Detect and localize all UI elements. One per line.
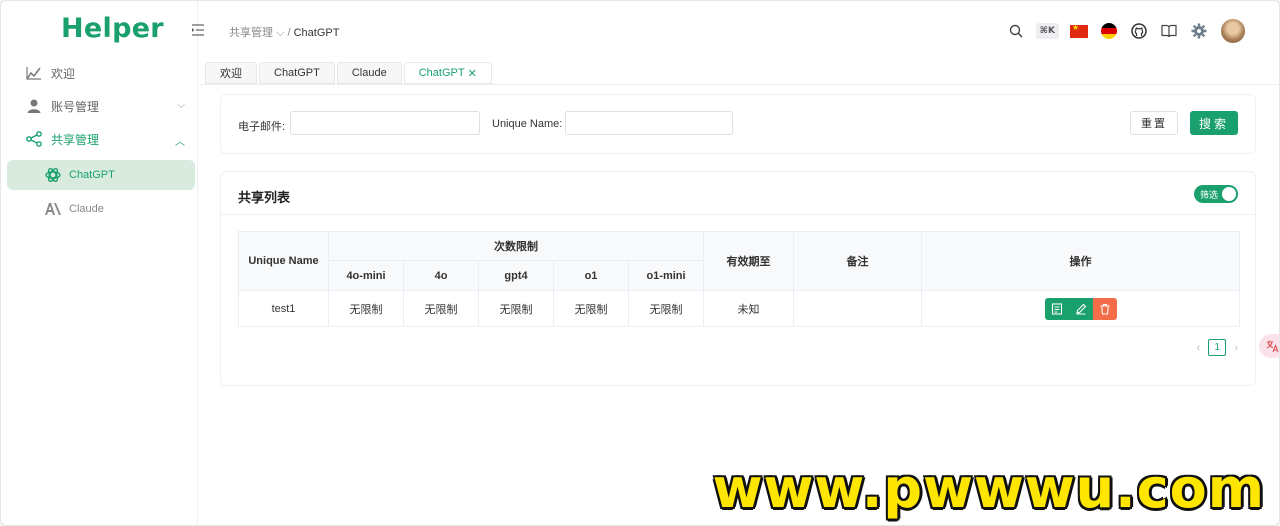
search-icon[interactable] [1006,21,1026,41]
col-model: 4o [403,260,479,291]
cell-limit: 无限制 [628,290,704,327]
sidebar-subitem-label: Claude [69,203,104,215]
close-icon[interactable]: ✕ [468,67,477,80]
sidebar-item-sharing[interactable]: 共享管理 ︿ [25,125,195,153]
col-model: gpt4 [478,260,554,291]
tab-welcome[interactable]: 欢迎 [205,62,257,84]
email-field[interactable] [290,111,480,135]
sidebar-subitem-label: ChatGPT [69,169,115,181]
cell-actions [921,290,1240,327]
chevron-down-icon: ⌵ / [276,27,294,39]
col-model: o1 [553,260,629,291]
tab-label: 欢迎 [220,68,242,80]
cell-remark [793,290,922,327]
breadcrumb-parent[interactable]: 共享管理 [229,27,273,39]
sidebar-subitem-chatgpt[interactable]: ChatGPT [7,160,195,190]
cell-limit: 无限制 [478,290,554,327]
reset-button[interactable]: 重置 [1130,111,1178,135]
unique-name-field[interactable] [565,111,733,135]
translate-icon[interactable] [1259,334,1279,358]
menu-collapse-icon[interactable] [191,24,205,38]
email-label: 电子邮件: [238,121,286,133]
chart-icon [25,64,43,82]
chevron-left-icon[interactable]: ‹ [1197,342,1201,354]
flag-de-icon[interactable] [1099,21,1119,41]
page-number[interactable]: 1 [1208,339,1227,356]
sidebar-item-label: 账号管理 [51,99,100,114]
cell-expiry: 未知 [703,290,794,327]
tab-bar: 欢迎 ChatGPT Claude ChatGPT ✕ [205,62,492,84]
share-list-card: 共享列表 筛选 Unique Name 次数限制 有效期至 备注 操作 4o-m… [220,171,1256,386]
col-actions: 操作 [921,231,1240,291]
search-button[interactable]: 搜索 [1190,111,1238,135]
chevron-up-icon: ︿ [175,137,185,148]
shortcut-badge[interactable]: ⌘K [1035,23,1059,39]
pagination: ‹ 1 › [1197,339,1238,356]
app-window: Helper 欢迎 账号管理 ⌵ 共享管理 ︿ ChatGPT Claude 共… [0,0,1280,526]
cell-name: test1 [238,290,329,327]
header-toolbar: ⌘K [1006,19,1245,43]
tab-divider [199,84,1279,85]
openai-icon [43,165,63,185]
user-icon [25,97,43,115]
cell-limit: 无限制 [403,290,479,327]
row-actions [1044,297,1117,320]
chevron-right-icon[interactable]: › [1234,342,1238,354]
detail-icon[interactable] [1044,297,1069,320]
col-model: o1-mini [628,260,704,291]
github-icon[interactable] [1129,21,1149,41]
tab-label: Claude [351,67,387,79]
delete-icon[interactable] [1092,297,1117,320]
col-limits: 次数限制 [328,231,704,261]
book-icon[interactable] [1159,21,1179,41]
chevron-down-icon: ⌵ [177,100,185,111]
tab-claude[interactable]: Claude [336,62,402,84]
cell-limit: 无限制 [553,290,629,327]
flag-cn-icon[interactable] [1069,21,1089,41]
sidebar-subitem-claude[interactable]: Claude [7,194,195,224]
share-icon [25,130,43,148]
breadcrumb-current: ChatGPT [293,27,340,39]
col-model: 4o-mini [328,260,404,291]
breadcrumb: 共享管理 ⌵ / ChatGPT [229,24,339,40]
filter-toggle[interactable]: 筛选 [1194,185,1238,203]
anthropic-icon [43,199,63,219]
tab-label: ChatGPT [418,67,465,79]
share-table: Unique Name 次数限制 有效期至 备注 操作 4o-mini 4o g… [238,231,1240,327]
sidebar-item-label: 共享管理 [51,132,100,147]
sidebar-item-label: 欢迎 [51,66,76,81]
tab-chatgpt[interactable]: ChatGPT [259,62,335,84]
col-expiry: 有效期至 [703,231,794,291]
list-divider [221,214,1255,215]
gear-icon[interactable] [1189,21,1209,41]
col-remark: 备注 [793,231,922,291]
edit-icon[interactable] [1068,297,1093,320]
sidebar-item-accounts[interactable]: 账号管理 ⌵ [25,92,195,120]
table-row: test1 无限制 无限制 无限制 无限制 无限制 未知 [238,290,1240,327]
unique-name-label: Unique Name: [492,118,563,130]
watermark: www.pwwwu.com [712,457,1265,520]
tab-chatgpt-active[interactable]: ChatGPT ✕ [403,62,492,84]
filter-toggle-label: 筛选 [1200,189,1219,200]
sidebar: Helper 欢迎 账号管理 ⌵ 共享管理 ︿ ChatGPT Claude [5,1,198,525]
app-logo: Helper [61,13,164,44]
avatar[interactable] [1221,19,1245,43]
toggle-knob [1222,187,1236,201]
sidebar-item-welcome[interactable]: 欢迎 [25,59,195,87]
col-unique-name: Unique Name [238,231,329,291]
search-form: 电子邮件: Unique Name: 重置 搜索 [220,94,1256,154]
cell-limit: 无限制 [328,290,404,327]
tab-label: ChatGPT [274,67,320,79]
list-title: 共享列表 [238,190,291,205]
